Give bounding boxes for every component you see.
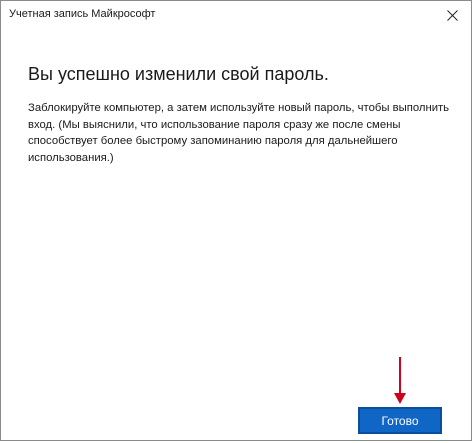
title-bar: Учетная запись Майкрософт bbox=[1, 1, 471, 29]
dialog-window: Учетная запись Майкрософт Вы успешно изм… bbox=[0, 0, 472, 441]
close-icon bbox=[446, 9, 458, 21]
down-arrow-icon bbox=[394, 357, 406, 404]
page-title: Вы успешно изменили свой пароль. bbox=[28, 64, 329, 84]
close-button[interactable] bbox=[439, 5, 465, 25]
window-title: Учетная запись Майкрософт bbox=[9, 8, 156, 20]
instruction-text: Заблокируйте компьютер, а затем использу… bbox=[28, 102, 450, 164]
done-button[interactable]: Готово bbox=[358, 407, 442, 434]
